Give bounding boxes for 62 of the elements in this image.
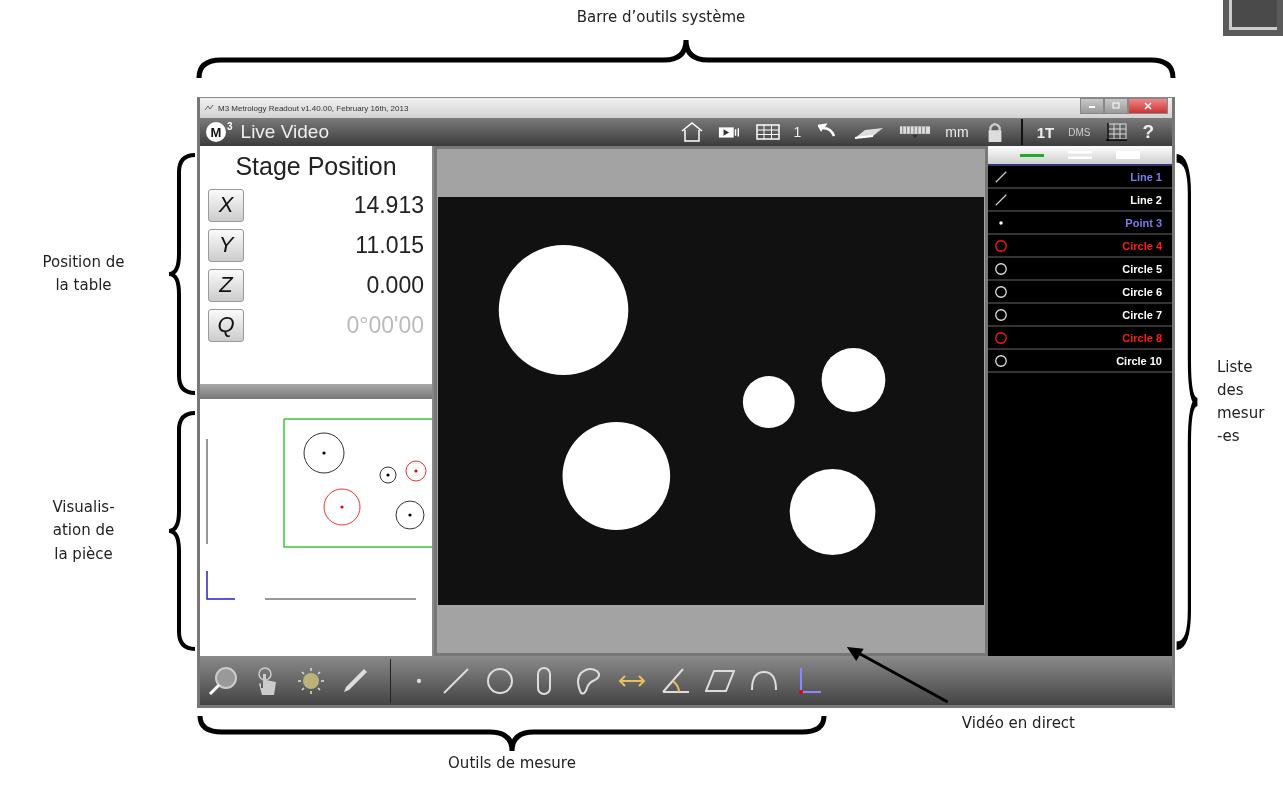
axis-value: 11.015 [355, 231, 424, 259]
line-icon [994, 169, 1008, 184]
close-button[interactable] [1128, 98, 1168, 114]
axis-button[interactable]: Z [208, 268, 244, 302]
maximize-button[interactable] [1104, 98, 1128, 114]
measurement-name: Line 2 [1130, 193, 1162, 206]
home-icon[interactable] [679, 121, 704, 143]
axis-value: 14.913 [353, 191, 424, 219]
measurement-item[interactable]: Line 1 [988, 166, 1172, 189]
axis-button[interactable]: Y [208, 228, 244, 262]
app-logo: M $^{3}$ [206, 122, 233, 142]
window-title: M3 Metrology Readout v1.40.00, February 16th, 2013 [218, 103, 410, 113]
circle-icon [994, 307, 1008, 322]
annotation-label: Outils de mesure [448, 754, 576, 772]
app-icon [204, 104, 214, 112]
circle-icon [994, 330, 1008, 345]
window-thumbnail-icon [1223, 0, 1283, 36]
measurement-name: Line 1 [1130, 170, 1162, 183]
page-number: 1 [793, 124, 802, 140]
annotation-label: Liste des mesur -es [1216, 356, 1266, 448]
measurement-item[interactable]: Line 2 [988, 189, 1172, 212]
annotation-label: Visualis- ation de la pièce [51, 497, 116, 565]
annotation-label: Position de la table [41, 251, 126, 296]
help-label[interactable]: ? [1142, 121, 1154, 143]
measurement-item[interactable]: Circle 8 [988, 327, 1172, 350]
measurement-name: Circle 7 [1122, 308, 1162, 321]
measurement-item[interactable]: Circle 7 [988, 304, 1172, 327]
panel-title: Stage Position [234, 152, 398, 181]
minimize-button[interactable] [1080, 98, 1104, 114]
measurement-name: Circle 6 [1122, 285, 1162, 298]
measurement-item[interactable]: Circle 4 [988, 235, 1172, 258]
axis-value: 0°00'00 [346, 311, 424, 339]
angle-format-label[interactable]: DMS [1068, 126, 1091, 138]
magnifier-icon[interactable] [208, 665, 238, 696]
line-tool-icon[interactable] [441, 665, 471, 696]
circle-tool-icon[interactable] [485, 665, 515, 696]
measurement-item[interactable]: Circle 5 [988, 258, 1172, 281]
axis-button[interactable]: X [208, 188, 244, 222]
measurement-item[interactable]: Circle 6 [988, 281, 1172, 304]
annotation-label: Barre d’outils système [576, 8, 746, 26]
grid-icon[interactable] [1104, 121, 1129, 143]
line-icon [994, 192, 1008, 207]
view-title: Live Video [240, 121, 329, 143]
maximize-icon [1111, 102, 1121, 110]
close-icon [1143, 102, 1153, 110]
measurement-name: Circle 10 [1116, 354, 1162, 367]
table-icon[interactable] [755, 121, 780, 143]
unit-label[interactable]: mm [945, 124, 969, 140]
circle-icon [994, 353, 1008, 368]
mode-label[interactable]: 1T [1036, 123, 1055, 141]
measurement-name: Circle 8 [1122, 331, 1162, 344]
measurement-item[interactable]: Circle 10 [988, 350, 1172, 373]
measurement-name: Circle 4 [1122, 239, 1162, 252]
circle-icon [994, 284, 1008, 299]
circle-icon [994, 261, 1008, 276]
measurement-name: Point 3 [1125, 216, 1162, 229]
axis-value: 0.000 [366, 271, 424, 299]
light-icon[interactable] [296, 665, 326, 696]
circle-icon [994, 238, 1008, 253]
measurement-name: Circle 5 [1122, 262, 1162, 275]
annotation-label: Vidéo en direct [961, 714, 1075, 732]
measurement-item[interactable]: Point 3 [988, 212, 1172, 235]
